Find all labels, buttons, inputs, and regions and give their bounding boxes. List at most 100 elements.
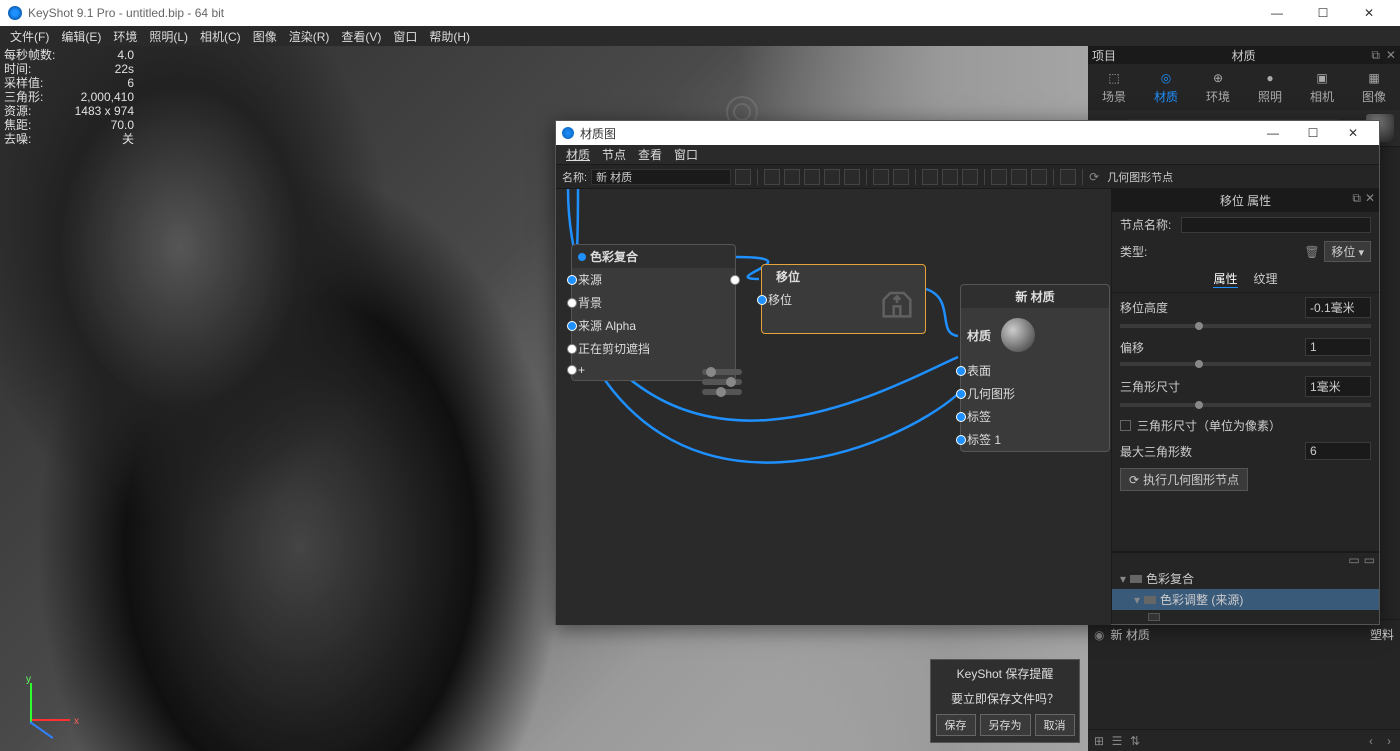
chevron-down-icon[interactable]: ▾	[1120, 572, 1126, 586]
mg-menu-material[interactable]: 材质	[562, 146, 594, 163]
prop-close-icon[interactable]: ✕	[1365, 191, 1375, 206]
node-canvas[interactable]: 色彩复合 来源 背景 来源 Alpha 正在剪切遮挡 + 移位 移位 新 材质 …	[556, 189, 1111, 625]
node-color-composite[interactable]: 色彩复合 来源 背景 来源 Alpha 正在剪切遮挡 +	[571, 244, 736, 381]
mg-trash-icon[interactable]	[893, 169, 909, 185]
mg-refresh-icon[interactable]: ⟳	[1089, 170, 1099, 184]
node-port[interactable]	[956, 435, 966, 445]
menu-window[interactable]: 窗口	[387, 26, 423, 47]
disp-height-input[interactable]: -0.1毫米	[1305, 297, 1371, 318]
grid-icon[interactable]: ⊞	[1092, 734, 1106, 748]
menu-image[interactable]: 图像	[247, 26, 283, 47]
tab-camera[interactable]: ▣相机	[1296, 64, 1348, 110]
node-port[interactable]	[567, 275, 577, 285]
node-port[interactable]	[567, 298, 577, 308]
node-port-out[interactable]	[730, 275, 740, 285]
mg-close-button[interactable]: ✕	[1333, 126, 1373, 140]
menu-env[interactable]: 环境	[107, 26, 143, 47]
node-material[interactable]: 新 材质 材质 表面 几何图形 标签 标签 1	[960, 284, 1110, 452]
node-port[interactable]	[567, 321, 577, 331]
mg-tool-icon[interactable]	[922, 169, 938, 185]
mg-copy-icon[interactable]	[873, 169, 889, 185]
mg-tool-icon[interactable]	[1011, 169, 1027, 185]
tree-tool-icon[interactable]: ▭	[1364, 553, 1375, 568]
tab-image[interactable]: ▦图像	[1348, 64, 1400, 110]
list-icon[interactable]: ☰	[1110, 734, 1124, 748]
menu-render[interactable]: 渲染(R)	[283, 26, 336, 47]
mg-minimize-button[interactable]: —	[1253, 126, 1293, 140]
nodename-input[interactable]	[1181, 217, 1371, 233]
menu-camera[interactable]: 相机(C)	[194, 26, 247, 47]
mg-save-icon[interactable]	[735, 169, 751, 185]
mg-tool-icon[interactable]	[942, 169, 958, 185]
sort-icon[interactable]: ⇅	[1128, 734, 1142, 748]
project-tabs: ⬚场景 ◎材质 ⊕环境 ●照明 ▣相机 ▦图像	[1088, 64, 1400, 110]
tree-item[interactable]: ▾ 色彩复合	[1112, 568, 1379, 589]
mg-tool-icon[interactable]	[804, 169, 820, 185]
node-port-label: 正在剪切遮挡	[578, 340, 650, 357]
scene-icon: ⬚	[1106, 70, 1122, 86]
close-button[interactable]: ✕	[1346, 0, 1392, 26]
execute-geo-button[interactable]: ⟳执行几何图形节点	[1120, 468, 1248, 491]
maxtri-input[interactable]: 6	[1305, 442, 1371, 460]
chevron-down-icon[interactable]: ▾	[1134, 593, 1140, 607]
node-displacement[interactable]: 移位 移位	[761, 264, 926, 334]
minimize-button[interactable]: —	[1254, 0, 1300, 26]
axis-gizmo[interactable]: x y	[20, 673, 80, 733]
mg-menu-view[interactable]: 查看	[634, 146, 666, 163]
node-port[interactable]	[956, 366, 966, 376]
chevron-right-icon[interactable]: ›	[1382, 734, 1396, 748]
chevron-left-icon[interactable]: ‹	[1364, 734, 1378, 748]
mg-tool-icon[interactable]	[784, 169, 800, 185]
mg-menu-node[interactable]: 节点	[598, 146, 630, 163]
mg-tool-icon[interactable]	[962, 169, 978, 185]
save-button[interactable]: 保存	[936, 714, 976, 736]
node-port[interactable]	[567, 365, 577, 375]
cancel-button[interactable]: 取消	[1035, 714, 1075, 736]
menu-help[interactable]: 帮助(H)	[423, 26, 476, 47]
trash-icon[interactable]: 🗑	[1304, 245, 1318, 259]
trisize-input[interactable]: 1毫米	[1305, 376, 1371, 397]
tab-properties[interactable]: 属性	[1213, 270, 1237, 288]
disp-height-slider[interactable]	[1120, 324, 1371, 328]
tree-item[interactable]	[1112, 610, 1379, 624]
offset-slider[interactable]	[1120, 362, 1371, 366]
material-list-item[interactable]: ◉ 新 材质 塑料	[1092, 624, 1396, 645]
mg-menu-window[interactable]: 窗口	[670, 146, 702, 163]
offset-input[interactable]: 1	[1305, 338, 1371, 356]
tab-material[interactable]: ◎材质	[1140, 64, 1192, 110]
menu-view[interactable]: 查看(V)	[335, 26, 387, 47]
panel-popout-icon[interactable]: ⧉	[1371, 48, 1380, 63]
tab-texture[interactable]: 纹理	[1254, 270, 1278, 288]
mg-tool-icon[interactable]	[991, 169, 1007, 185]
mg-name-input[interactable]	[591, 169, 731, 185]
mg-tool-icon[interactable]	[764, 169, 780, 185]
saveas-button[interactable]: 另存为	[980, 714, 1031, 736]
menu-lighting[interactable]: 照明(L)	[143, 26, 194, 47]
tab-environment[interactable]: ⊕环境	[1192, 64, 1244, 110]
node-port[interactable]	[956, 389, 966, 399]
prop-popout-icon[interactable]: ⧉	[1352, 191, 1361, 206]
mg-tool-icon[interactable]	[1060, 169, 1076, 185]
prop-title: 移位 属性	[1220, 194, 1271, 208]
tree-item[interactable]: ▾ 色彩调整 (来源)	[1112, 589, 1379, 610]
mg-tool-icon[interactable]	[824, 169, 840, 185]
type-dropdown[interactable]: 移位 ▾	[1324, 241, 1371, 262]
panel-close-icon[interactable]: ✕	[1386, 48, 1396, 63]
tab-scene[interactable]: ⬚场景	[1088, 64, 1140, 110]
mg-titlebar[interactable]: 材质图 — ☐ ✕	[556, 121, 1379, 145]
mg-tool-icon[interactable]	[844, 169, 860, 185]
menu-file[interactable]: 文件(F)	[4, 26, 55, 47]
mg-maximize-button[interactable]: ☐	[1293, 126, 1333, 140]
tree-tool-icon[interactable]: ▭	[1348, 553, 1359, 568]
tab-lighting[interactable]: ●照明	[1244, 64, 1296, 110]
menu-edit[interactable]: 编辑(E)	[55, 26, 107, 47]
mg-tool-icon[interactable]	[1031, 169, 1047, 185]
node-port[interactable]	[956, 412, 966, 422]
tripx-checkbox[interactable]	[1120, 420, 1131, 431]
tree-label: 色彩调整 (来源)	[1160, 591, 1243, 608]
trisize-slider[interactable]	[1120, 403, 1371, 407]
mg-geo-label[interactable]: 几何图形节点	[1103, 169, 1177, 185]
node-port[interactable]	[757, 295, 767, 305]
maximize-button[interactable]: ☐	[1300, 0, 1346, 26]
node-port[interactable]	[567, 344, 577, 354]
